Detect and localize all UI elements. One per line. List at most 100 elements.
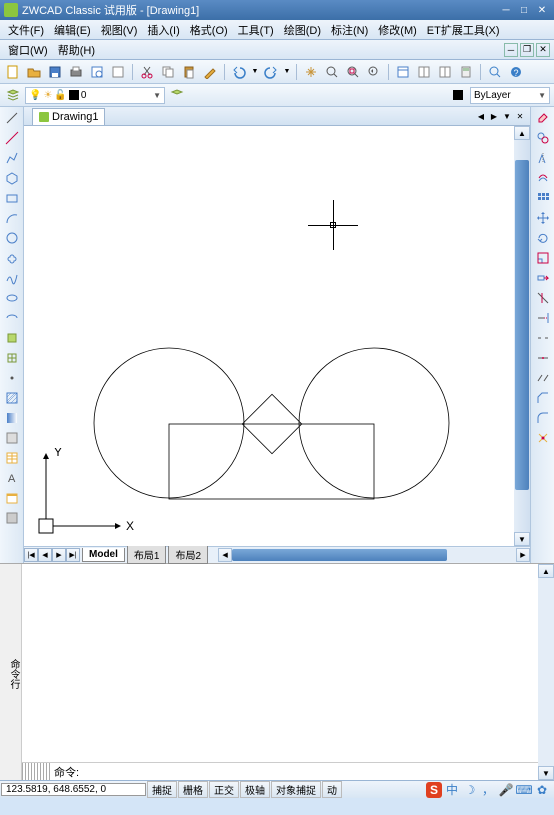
scroll-down[interactable]: ▼ xyxy=(514,532,530,546)
print-icon[interactable] xyxy=(67,63,85,81)
menu-help[interactable]: 帮助(H) xyxy=(54,40,99,60)
extend-icon[interactable] xyxy=(534,309,552,327)
menu-edit[interactable]: 编辑(E) xyxy=(50,20,95,40)
preview-icon[interactable] xyxy=(88,63,106,81)
hatch-icon[interactable] xyxy=(3,389,21,407)
toolpalette-icon[interactable] xyxy=(436,63,454,81)
pline-icon[interactable] xyxy=(3,149,21,167)
ortho-toggle[interactable]: 正交 xyxy=(209,781,239,798)
undo-icon[interactable] xyxy=(230,63,248,81)
mic-icon[interactable]: 🎤 xyxy=(498,782,514,798)
snap-toggle[interactable]: 捕捉 xyxy=(147,781,177,798)
redo-dropdown[interactable]: ▼ xyxy=(283,63,291,81)
settings-icon[interactable]: ✿ xyxy=(534,782,550,798)
revcloud-icon[interactable] xyxy=(3,249,21,267)
polygon-icon[interactable] xyxy=(3,169,21,187)
menu-modify[interactable]: 修改(M) xyxy=(374,20,421,40)
menu-insert[interactable]: 插入(I) xyxy=(143,20,183,40)
menu-draw[interactable]: 绘图(D) xyxy=(280,20,325,40)
paste-icon[interactable] xyxy=(180,63,198,81)
spline-icon[interactable] xyxy=(3,269,21,287)
maximize-button[interactable]: □ xyxy=(516,3,532,17)
rectangle-icon[interactable] xyxy=(3,189,21,207)
stretch-icon[interactable] xyxy=(534,269,552,287)
break-at-icon[interactable] xyxy=(534,349,552,367)
layerprev-icon[interactable] xyxy=(168,86,186,104)
keyboard-icon[interactable]: ⌨ xyxy=(516,782,532,798)
calendar-icon[interactable] xyxy=(3,489,21,507)
layout2-tab[interactable]: 布局2 xyxy=(168,546,208,564)
help-icon[interactable]: ? xyxy=(507,63,525,81)
command-history[interactable] xyxy=(22,564,538,762)
hscroll-right[interactable]: ▶ xyxy=(516,548,530,562)
explode-icon[interactable] xyxy=(534,429,552,447)
tab-right[interactable]: ▶ xyxy=(52,548,66,562)
minimize-button[interactable]: ─ xyxy=(498,3,514,17)
tab-prev[interactable]: ◀ xyxy=(475,110,487,122)
menu-view[interactable]: 视图(V) xyxy=(97,20,142,40)
horizontal-scrollbar[interactable]: ◀ ▶ xyxy=(218,548,530,562)
mdi-restore[interactable]: ❐ xyxy=(520,43,534,57)
hscroll-left[interactable]: ◀ xyxy=(218,548,232,562)
open-icon[interactable] xyxy=(25,63,43,81)
punct-icon[interactable]: ， xyxy=(480,782,496,798)
mdi-close[interactable]: ✕ xyxy=(536,43,550,57)
dyn-toggle[interactable]: 动 xyxy=(322,781,342,798)
gradient-icon[interactable] xyxy=(3,409,21,427)
scroll-thumb[interactable] xyxy=(515,160,529,490)
calculator-icon[interactable] xyxy=(457,63,475,81)
pan-icon[interactable] xyxy=(302,63,320,81)
moon-icon[interactable]: ☽ xyxy=(462,782,478,798)
command-scrollbar[interactable]: ▲ ▼ xyxy=(538,564,554,780)
region-icon[interactable] xyxy=(3,429,21,447)
drawing-canvas[interactable]: Y X xyxy=(24,126,514,546)
menu-file[interactable]: 文件(F) xyxy=(4,20,48,40)
copy-obj-icon[interactable] xyxy=(534,129,552,147)
make-block-icon[interactable] xyxy=(3,349,21,367)
ime-s-icon[interactable]: S xyxy=(426,782,442,798)
ellipse-arc-icon[interactable] xyxy=(3,309,21,327)
undo-dropdown[interactable]: ▼ xyxy=(251,63,259,81)
cut-icon[interactable] xyxy=(138,63,156,81)
offset-icon[interactable] xyxy=(534,169,552,187)
tab-first[interactable]: |◀ xyxy=(24,548,38,562)
zoom-window-icon[interactable] xyxy=(344,63,362,81)
array-icon[interactable] xyxy=(534,189,552,207)
xline-icon[interactable] xyxy=(3,129,21,147)
save-icon[interactable] xyxy=(46,63,64,81)
hscroll-thumb[interactable] xyxy=(232,549,447,561)
zoom-realtime-icon[interactable] xyxy=(323,63,341,81)
osnap-toggle[interactable]: 对象捕捉 xyxy=(271,781,321,798)
tab-left[interactable]: ◀ xyxy=(38,548,52,562)
join-icon[interactable] xyxy=(534,369,552,387)
ellipse-icon[interactable] xyxy=(3,289,21,307)
line-icon[interactable] xyxy=(3,109,21,127)
menu-window[interactable]: 窗口(W) xyxy=(4,40,52,60)
circle-icon[interactable] xyxy=(3,229,21,247)
mtext-icon[interactable]: A xyxy=(3,469,21,487)
command-input[interactable] xyxy=(83,766,538,778)
copy-icon[interactable] xyxy=(159,63,177,81)
scale-icon[interactable] xyxy=(534,249,552,267)
break-icon[interactable] xyxy=(534,329,552,347)
point-icon[interactable] xyxy=(3,369,21,387)
trim-icon[interactable] xyxy=(534,289,552,307)
zoom-extents-icon[interactable] xyxy=(486,63,504,81)
insert-block-icon[interactable] xyxy=(3,329,21,347)
coordinates[interactable]: 123.5819, 648.6552, 0 xyxy=(1,783,146,796)
properties-icon[interactable] xyxy=(394,63,412,81)
arc-icon[interactable] xyxy=(3,209,21,227)
drawing-tab[interactable]: Drawing1 xyxy=(32,108,105,125)
ime-zh-icon[interactable]: 中 xyxy=(444,782,460,798)
designcenter-icon[interactable] xyxy=(415,63,433,81)
rotate-icon[interactable] xyxy=(534,229,552,247)
menu-et[interactable]: ET扩展工具(X) xyxy=(423,20,504,40)
matchprop-icon[interactable] xyxy=(201,63,219,81)
mirror-icon[interactable] xyxy=(534,149,552,167)
layout1-tab[interactable]: 布局1 xyxy=(127,546,167,564)
grid-toggle[interactable]: 栅格 xyxy=(178,781,208,798)
color-btn[interactable] xyxy=(449,86,467,104)
tab-last[interactable]: ▶| xyxy=(66,548,80,562)
table-icon[interactable] xyxy=(3,449,21,467)
menu-annotate[interactable]: 标注(N) xyxy=(327,20,372,40)
